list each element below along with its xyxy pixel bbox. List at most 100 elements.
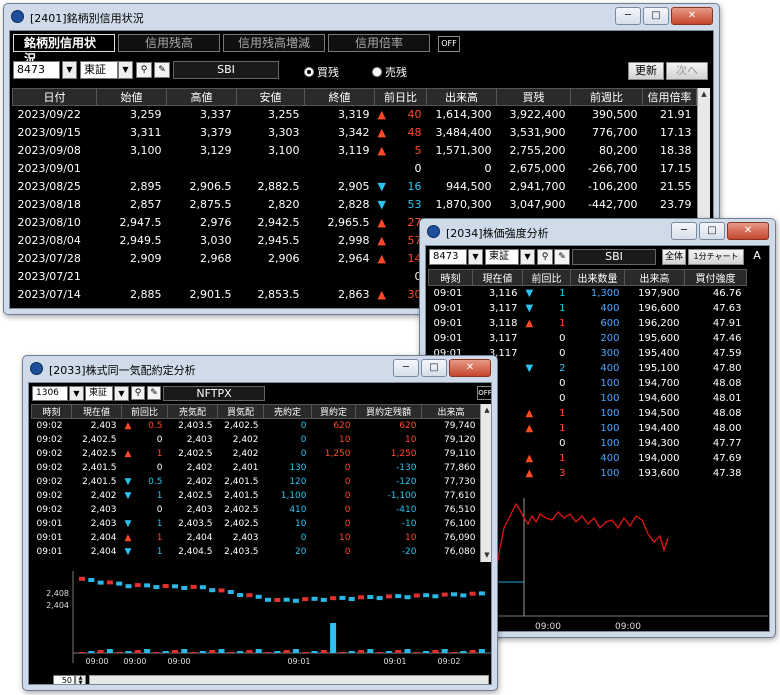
radio-buy-balance[interactable]: 買残 (304, 64, 339, 80)
maximize-button[interactable]: □ (643, 7, 669, 25)
column-header[interactable]: 終値 (304, 88, 375, 106)
table-row[interactable]: 2023/09/01 0 0 2,675,000 -266,700 17.15 (13, 160, 697, 178)
edit-icon[interactable]: ✎ (147, 386, 161, 400)
column-header[interactable]: 出来高 (421, 404, 481, 419)
table-row[interactable]: 2023/08/25 2,895 2,906.5 2,882.5 2,905 ▼ 16 94… (13, 178, 697, 196)
column-header[interactable]: 時刻 (31, 404, 72, 419)
horizontal-scrollbar[interactable] (89, 675, 489, 684)
table-row[interactable]: 09:02 2,402.5 0 2,403 2,402 0 10 10 79,120 (32, 433, 481, 447)
column-header[interactable]: 高値 (166, 88, 237, 106)
tab-credit-balance-change[interactable]: 信用残高増減 (223, 34, 325, 52)
update-button[interactable]: 更新 (628, 62, 664, 80)
next-button[interactable]: 次へ (666, 62, 708, 80)
edit-icon[interactable]: ✎ (554, 249, 570, 265)
search-icon[interactable]: ⚲ (136, 62, 152, 78)
table-row[interactable]: 09:01 3,117 ▼ 1 400 196,600 47.63 (429, 301, 747, 316)
tab-credit-status[interactable]: 銘柄別信用状況 (13, 34, 115, 66)
stock-code-input[interactable]: 8473 (13, 61, 60, 79)
column-header[interactable]: 安値 (236, 88, 305, 106)
edit-icon[interactable]: ✎ (154, 62, 170, 78)
title-bar[interactable]: [2033]株式同一気配約定分析 ─ □ ✕ (23, 356, 497, 382)
column-header[interactable]: 日付 (12, 88, 97, 106)
code-dropdown-button[interactable]: ▼ (62, 61, 77, 79)
code-dropdown-button[interactable]: ▼ (69, 386, 84, 401)
header-row: 日付 始値 高値 安値 終値 前日比 出来高 買残 前週比 信用倍率 (12, 88, 697, 106)
one-minute-chart-button[interactable]: 1分チャート (688, 249, 744, 265)
column-header[interactable]: 出来数量 (570, 269, 625, 286)
column-header[interactable]: 出来高 (426, 88, 497, 106)
table-row[interactable]: 2023/09/15 3,311 3,379 3,303 3,342 ▲ 48 3,484,… (13, 124, 697, 142)
column-header[interactable]: 信用倍率 (642, 88, 697, 106)
close-button[interactable]: ✕ (449, 359, 491, 377)
radio-sell-balance[interactable]: 売残 (372, 64, 407, 80)
minimize-button[interactable]: ─ (615, 7, 641, 25)
column-header[interactable]: 前日比 (374, 88, 427, 106)
tab-credit-ratio[interactable]: 信用倍率 (328, 34, 430, 52)
scroll-down-icon[interactable]: ▼ (481, 549, 491, 562)
column-header[interactable]: 時刻 (428, 269, 473, 286)
column-header[interactable]: 出来高 (624, 269, 685, 286)
table-row[interactable]: 09:02 2,401.5 ▼ 0.5 2,402 2,401.5 120 0 -120 77,… (32, 475, 481, 489)
table-row[interactable]: 09:02 2,403 0 2,403 2,402.5 410 0 -410 76,510 (32, 503, 481, 517)
search-icon[interactable]: ⚲ (537, 249, 553, 265)
maximize-button[interactable]: □ (421, 359, 447, 377)
minimize-button[interactable]: ─ (393, 359, 419, 377)
table-row[interactable]: 09:01 3,117 0 200 195,600 47.46 (429, 331, 747, 346)
minimize-button[interactable]: ─ (671, 222, 697, 240)
off-toggle[interactable]: OFF (438, 36, 460, 52)
table-row[interactable]: 09:02 2,402 ▼ 1 2,402.5 2,401.5 1,100 0 -1,100 7… (32, 489, 481, 503)
column-header[interactable]: 現在値 (472, 269, 523, 286)
table-row[interactable]: 2023/09/08 3,100 3,129 3,100 3,119 ▲ 5 1,571,3… (13, 142, 697, 160)
column-header[interactable]: 買約定 (311, 404, 356, 419)
column-header[interactable]: 始値 (96, 88, 167, 106)
market-dropdown-button[interactable]: ▼ (114, 386, 129, 401)
table-row[interactable]: 09:02 2,403 ▲ 0.5 2,403.5 2,402.5 0 620 620 79,7… (32, 419, 481, 433)
column-header[interactable]: 買付強度 (684, 269, 747, 286)
table-row[interactable]: 09:01 2,404 ▲ 1 2,404 2,403 0 10 10 76,090 (32, 531, 481, 545)
market-select[interactable]: 東証 (485, 249, 519, 265)
close-button[interactable]: ✕ (727, 222, 769, 240)
table-row[interactable]: 09:02 2,402.5 ▲ 1 2,402.5 2,402 0 1,250 1,250 79… (32, 447, 481, 461)
column-header[interactable]: 前回比 (121, 404, 168, 419)
table-row[interactable]: 09:02 2,401.5 0 2,402 2,401 130 0 -130 77,860 (32, 461, 481, 475)
column-header[interactable]: 買約定残額 (355, 404, 422, 419)
search-icon[interactable]: ⚲ (131, 386, 145, 400)
table-cell: 193,600 (638, 467, 680, 479)
table-row[interactable]: 2023/08/18 2,857 2,875.5 2,820 2,828 ▼ 53 1,87… (13, 196, 697, 214)
column-header[interactable]: 前週比 (570, 88, 643, 106)
all-button[interactable]: 全体 (662, 249, 686, 265)
column-header[interactable]: 前回比 (522, 269, 571, 286)
column-header[interactable]: 買残 (496, 88, 571, 106)
column-header[interactable]: 売気配 (167, 404, 218, 419)
vertical-scrollbar[interactable]: ▲ ▼ (480, 404, 491, 562)
table-cell: 100 (600, 437, 620, 449)
column-header[interactable]: 現在値 (71, 404, 122, 419)
market-select[interactable]: 東証 (85, 386, 113, 401)
stock-code-input[interactable]: 1306 (32, 386, 68, 401)
market-dropdown-button[interactable]: ▼ (118, 61, 133, 79)
stock-code-input[interactable]: 8473 (429, 249, 467, 265)
off-toggle[interactable]: OFF (477, 386, 491, 400)
maximize-button[interactable]: □ (699, 222, 725, 240)
column-header[interactable]: 買気配 (217, 404, 264, 419)
tab-credit-balance[interactable]: 信用残高 (118, 34, 220, 52)
price-mark (395, 594, 402, 599)
table-row[interactable]: 09:01 2,404 ▼ 1 2,404.5 2,403.5 20 0 -20 76,080 (32, 545, 481, 559)
table-row[interactable]: 2023/09/22 3,259 3,337 3,255 3,319 ▲ 40 1,614,… (13, 106, 697, 124)
title-bar[interactable]: [2034]株価強度分析 ─ □ ✕ (420, 219, 775, 245)
period-spinner[interactable]: 50 (53, 675, 75, 684)
change-value: 1 (559, 287, 566, 299)
close-button[interactable]: ✕ (671, 7, 713, 25)
table-row[interactable]: 09:01 3,118 ▲ 1 600 196,200 47.91 (429, 316, 747, 331)
table-row[interactable]: 09:01 3,116 ▼ 1 1,300 197,900 46.76 (429, 286, 747, 301)
scroll-up-icon[interactable]: ▲ (698, 88, 710, 101)
column-header[interactable]: 売約定 (263, 404, 312, 419)
title-bar[interactable]: [2401]銘柄別信用状況 ─ □ ✕ (4, 4, 719, 30)
market-select[interactable]: 東証 (80, 61, 118, 79)
market-dropdown-button[interactable]: ▼ (520, 249, 535, 265)
table-row[interactable]: 09:01 2,403 ▼ 1 2,403.5 2,402.5 10 0 -10 76,100 (32, 517, 481, 531)
scroll-up-icon[interactable]: ▲ (481, 404, 491, 417)
spinner-arrows[interactable]: ▲ ▼ (75, 675, 86, 684)
code-dropdown-button[interactable]: ▼ (468, 249, 483, 265)
volume-bar (181, 649, 188, 653)
